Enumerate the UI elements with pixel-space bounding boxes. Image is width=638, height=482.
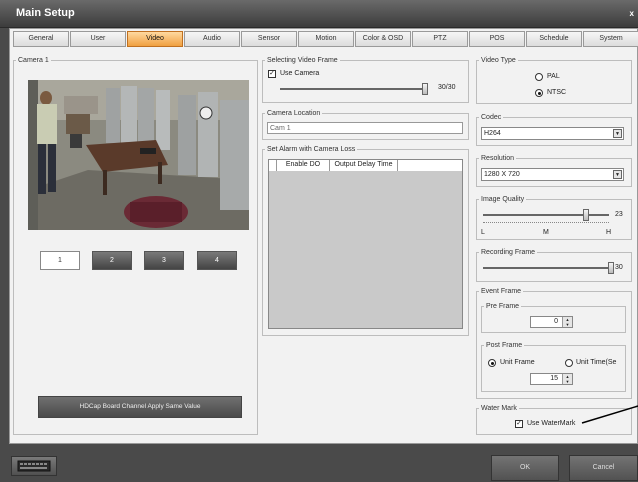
alarm-grid-spacer: [269, 160, 277, 171]
video-type-group: Video Type: [476, 57, 632, 104]
quality-mark-mid: M: [543, 229, 549, 236]
image-quality-ticks: [483, 222, 609, 223]
tab-schedule[interactable]: Schedule: [526, 31, 582, 47]
resolution-legend: Resolution: [481, 155, 515, 162]
tab-bar: General User Video Audio Sensor Motion C…: [13, 31, 638, 47]
channel-2-button[interactable]: 2: [92, 251, 132, 270]
resolution-value: 1280 X 720: [484, 171, 520, 178]
tab-ptz[interactable]: PTZ: [412, 31, 468, 47]
tab-audio[interactable]: Audio: [184, 31, 240, 47]
column-enable-do[interactable]: Enable DO: [277, 160, 330, 171]
ntsc-label: NTSC: [547, 89, 567, 96]
video-frame-group: Selecting Video Frame: [262, 57, 469, 103]
post-frame-legend: Post Frame: [486, 342, 523, 349]
image-quality-value: 23: [615, 211, 623, 218]
quality-mark-high: H: [606, 229, 612, 236]
tab-pos[interactable]: POS: [469, 31, 525, 47]
post-frame-value: 15: [550, 375, 558, 382]
use-watermark-checkbox[interactable]: ✓: [515, 420, 523, 428]
setup-panel: General User Video Audio Sensor Motion C…: [9, 28, 638, 444]
bottom-bar: OK Cancel: [0, 444, 638, 482]
alarm-grid[interactable]: Enable DO Output Delay Time: [268, 159, 463, 329]
close-icon[interactable]: x: [630, 9, 634, 18]
recording-frame-slider-track: [483, 267, 611, 269]
video-frame-slider-track: [280, 88, 425, 90]
column-output-delay-time[interactable]: Output Delay Time: [330, 160, 398, 171]
unit-time-radio[interactable]: [565, 359, 573, 367]
resolution-dropdown-icon: ▼: [613, 170, 622, 179]
image-quality-slider-track: [483, 214, 609, 216]
pal-radio[interactable]: [535, 73, 543, 81]
video-frame-legend: Selecting Video Frame: [267, 57, 338, 64]
keyboard-icon[interactable]: [11, 456, 57, 476]
tab-color-osd[interactable]: Color & OSD: [355, 31, 411, 47]
tab-general[interactable]: General: [13, 31, 69, 47]
alarm-legend: Set Alarm with Camera Loss: [267, 146, 356, 153]
pre-frame-spinner[interactable]: 0 ▲ ▼: [530, 316, 573, 328]
ok-button[interactable]: OK: [491, 455, 559, 481]
resolution-select[interactable]: 1280 X 720 ▼: [481, 168, 624, 181]
video-frame-slider-thumb[interactable]: [422, 83, 428, 95]
unit-frame-label: Unit Frame: [500, 359, 535, 366]
tab-video[interactable]: Video: [127, 31, 183, 47]
pre-frame-legend: Pre Frame: [486, 303, 520, 310]
post-frame-spin-icon[interactable]: ▲ ▼: [562, 374, 572, 384]
video-type-legend: Video Type: [481, 57, 516, 64]
channel-1-button[interactable]: 1: [40, 251, 80, 270]
event-frame-legend: Event Frame: [481, 288, 522, 295]
pal-label: PAL: [547, 73, 560, 80]
codec-value: H264: [484, 130, 501, 137]
alarm-grid-header: Enable DO Output Delay Time: [269, 160, 462, 171]
tab-motion[interactable]: Motion: [298, 31, 354, 47]
unit-time-label: Unit Time(Se: [576, 359, 617, 366]
tab-system[interactable]: System: [583, 31, 638, 47]
annotation-line: [581, 405, 638, 424]
use-camera-checkbox[interactable]: ✓: [268, 70, 276, 78]
recording-frame-legend: Recording Frame: [481, 249, 536, 256]
cancel-button[interactable]: Cancel: [569, 455, 638, 481]
channel-3-button[interactable]: 3: [144, 251, 184, 270]
codec-select[interactable]: H264 ▼: [481, 127, 624, 140]
title-bar: Main Setup x: [0, 0, 638, 28]
camera-location-legend: Camera Location: [267, 110, 321, 117]
channel-4-button[interactable]: 4: [197, 251, 237, 270]
camera-preview-image: [28, 80, 249, 230]
apply-same-value-button[interactable]: HDCap Board Channel Apply Same Value: [38, 396, 242, 418]
use-camera-label: Use Camera: [280, 70, 320, 77]
tab-sensor[interactable]: Sensor: [241, 31, 297, 47]
window-title: Main Setup: [16, 7, 75, 19]
ntsc-radio[interactable]: [535, 89, 543, 97]
use-watermark-label: Use WaterMark: [527, 420, 576, 427]
watermark-legend: Water Mark: [481, 405, 517, 412]
quality-mark-low: L: [481, 229, 485, 236]
recording-frame-slider-thumb[interactable]: [608, 262, 614, 274]
image-quality-legend: Image Quality: [481, 196, 525, 203]
tab-user[interactable]: User: [70, 31, 126, 47]
pre-frame-value: 0: [554, 318, 558, 325]
unit-frame-radio[interactable]: [488, 359, 496, 367]
codec-legend: Codec: [481, 114, 502, 121]
image-quality-slider-thumb[interactable]: [583, 209, 590, 221]
pre-frame-spin-icon[interactable]: ▲ ▼: [562, 317, 572, 327]
camera-location-input[interactable]: [267, 122, 463, 134]
video-frame-value: 30/30: [438, 84, 456, 91]
camera-legend: Camera 1: [18, 57, 49, 64]
post-frame-spinner[interactable]: 15 ▲ ▼: [530, 373, 573, 385]
recording-frame-value: 30: [615, 264, 623, 271]
codec-dropdown-icon: ▼: [613, 129, 622, 138]
